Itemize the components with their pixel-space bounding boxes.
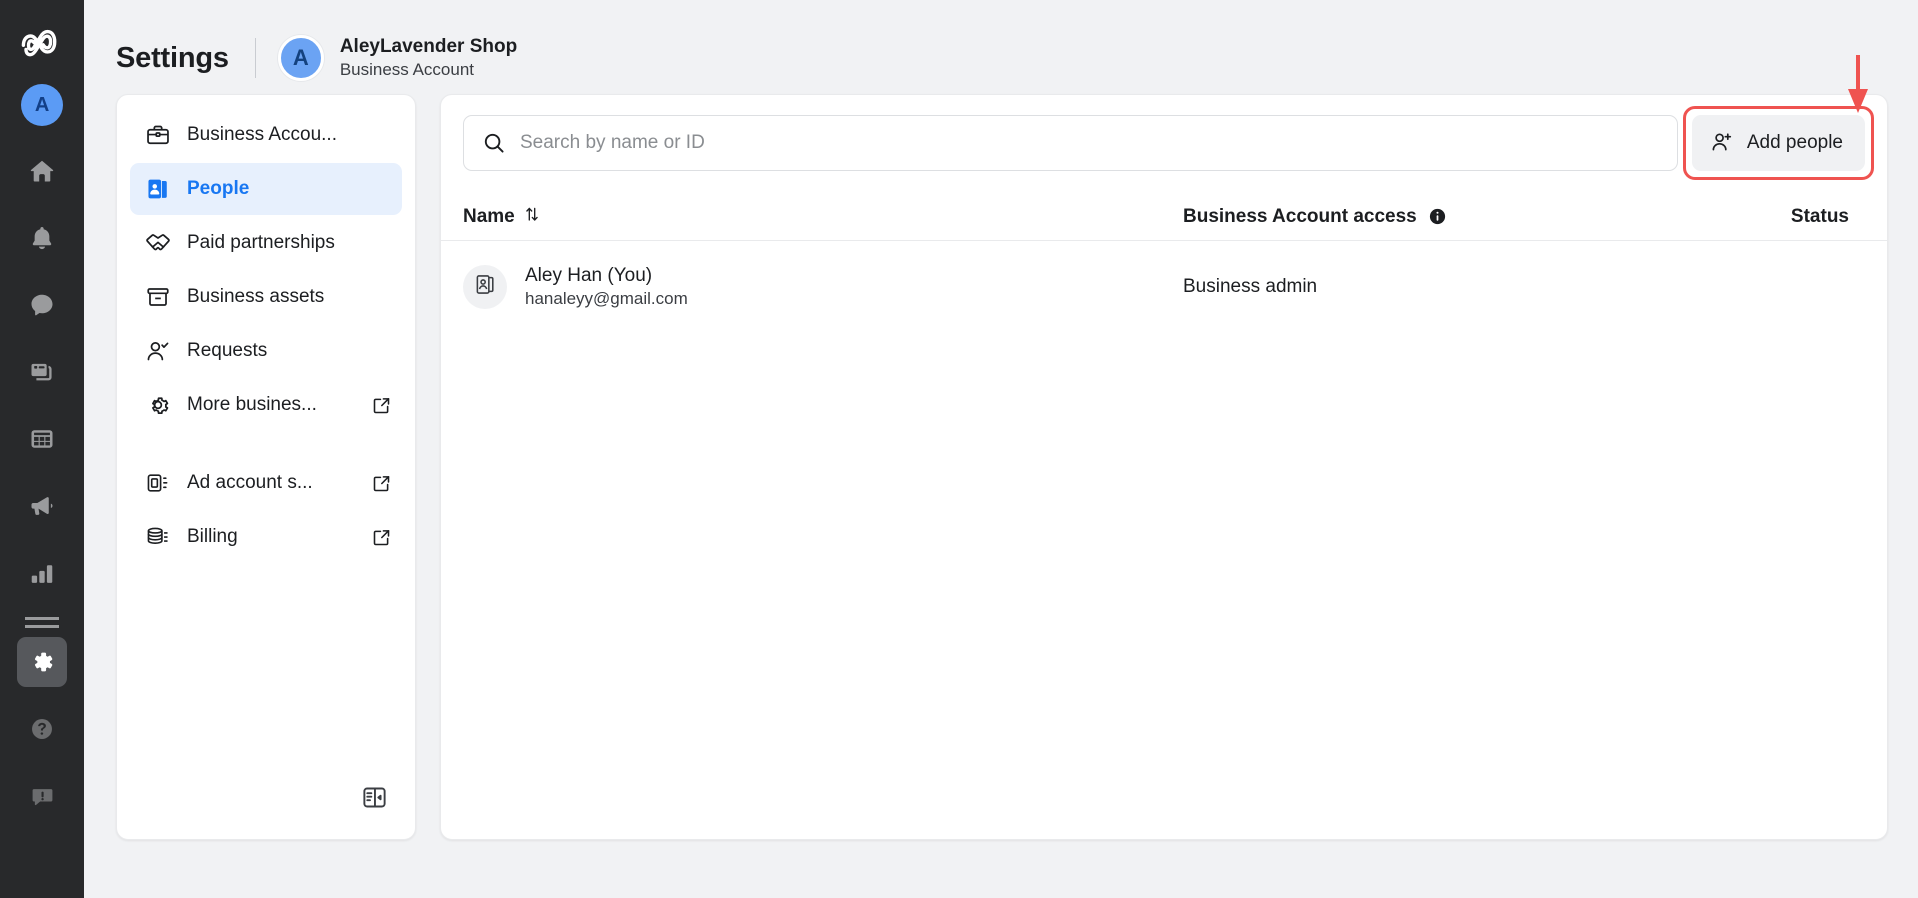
- sidebar-item-requests[interactable]: Requests: [130, 325, 402, 377]
- bar-chart-icon: [28, 559, 56, 587]
- ad-account-icon: [144, 470, 171, 497]
- external-link-icon: [370, 526, 392, 548]
- sidebar-item-ad-account-settings[interactable]: Ad account s...: [130, 457, 402, 509]
- person-plus-icon: [1710, 130, 1734, 157]
- sidebar-item-billing[interactable]: Billing: [130, 511, 402, 563]
- column-header-status: Status: [1759, 206, 1849, 228]
- account-avatar[interactable]: A: [277, 35, 324, 81]
- app-window: A Settings A AleyLavender Shop Business …: [0, 0, 1918, 898]
- grid-calendar-icon: [28, 425, 56, 453]
- external-link-icon: [370, 394, 392, 416]
- account-type: Business Account: [339, 60, 475, 80]
- gear-icon: [144, 392, 171, 419]
- external-link-icon: [370, 472, 392, 494]
- archive-box-icon: [144, 284, 171, 311]
- rail-account-avatar[interactable]: A: [21, 84, 63, 126]
- table-row[interactable]: Aley Han (You) hanaleyy@gmail.com Busine…: [441, 241, 1887, 333]
- page-title: Settings: [116, 41, 229, 74]
- search-box[interactable]: [463, 115, 1678, 171]
- column-header-status-label: Status: [1790, 205, 1849, 227]
- rail-item-planner[interactable]: [17, 414, 67, 464]
- sidebar-item-people[interactable]: People: [130, 163, 402, 215]
- rail-divider-line-2: [25, 625, 59, 628]
- main-area: Settings A AleyLavender Shop Business Ac…: [84, 0, 1918, 898]
- cell-business-account-access: Business admin: [1183, 275, 1318, 297]
- sidebar-item-label: Ad account s...: [187, 472, 313, 493]
- rail-item-ads[interactable]: [17, 481, 67, 531]
- rail-item-content[interactable]: [17, 347, 67, 397]
- table-header: Name Business Account access Status: [441, 193, 1887, 241]
- briefcase-icon: [144, 122, 171, 149]
- megaphone-icon: [28, 492, 56, 520]
- bell-icon: [28, 224, 56, 252]
- rail-divider-line-1: [25, 617, 59, 620]
- exclamation-bubble-icon: [29, 783, 56, 810]
- rail-item-help[interactable]: [17, 704, 67, 754]
- id-card-icon: [473, 272, 498, 302]
- sidebar-item-more-business-settings[interactable]: More busines...: [130, 379, 402, 431]
- question-circle-icon: [29, 716, 55, 742]
- account-name: AleyLavender Shop: [339, 35, 518, 57]
- person-email: hanaleyy@gmail.com: [525, 289, 688, 309]
- cell-name: Aley Han (You) hanaleyy@gmail.com: [463, 263, 1183, 311]
- column-header-business-account-access: Business Account access: [1183, 206, 1759, 228]
- id-badge-icon: [144, 176, 171, 203]
- sidebar-item-paid-partnerships[interactable]: Paid partnerships: [130, 217, 402, 269]
- rail-item-home[interactable]: [17, 146, 67, 196]
- search-icon: [482, 131, 506, 155]
- person-name: Aley Han (You): [525, 265, 653, 286]
- panel-collapse-icon: [361, 784, 388, 816]
- page-header: Settings A AleyLavender Shop Business Ac…: [84, 0, 1918, 94]
- add-people-wrapper: Add people: [1682, 106, 1874, 180]
- column-header-name[interactable]: Name: [463, 205, 1183, 229]
- home-icon: [28, 157, 56, 185]
- sidebar-item-business-account[interactable]: Business Accou...: [130, 109, 402, 161]
- info-circle-icon[interactable]: [1428, 207, 1447, 226]
- cards-stack-icon: [28, 358, 56, 386]
- sidebar-item-label: People: [187, 178, 250, 199]
- nav-section-gap: [130, 433, 402, 457]
- search-input[interactable]: [520, 132, 1659, 154]
- sidebar-item-label: Business assets: [187, 286, 325, 307]
- header-divider: [254, 38, 256, 78]
- rail-item-settings[interactable]: [17, 637, 67, 687]
- sidebar-item-label: Billing: [187, 526, 238, 547]
- settings-nav-panel: Business Accou... People Paid partnershi…: [116, 94, 416, 840]
- sidebar-item-label: Paid partnerships: [187, 232, 335, 253]
- rail-item-notifications[interactable]: [17, 213, 67, 263]
- people-panel: Add people Name Business Account access: [440, 94, 1888, 840]
- column-header-name-label: Name: [463, 205, 515, 227]
- chat-bubble-icon: [28, 291, 56, 319]
- sidebar-item-label: Requests: [187, 340, 268, 361]
- add-people-button[interactable]: Add people: [1691, 115, 1865, 171]
- content-row: Business Accou... People Paid partnershi…: [84, 94, 1918, 840]
- meta-infinity-logo[interactable]: [15, 16, 69, 70]
- avatar: [463, 264, 507, 309]
- global-nav-rail: A: [0, 0, 84, 898]
- person-check-icon: [144, 338, 171, 365]
- sidebar-item-business-assets[interactable]: Business assets: [130, 271, 402, 323]
- sidebar-item-label: More busines...: [187, 394, 317, 415]
- add-people-label: Add people: [1746, 132, 1843, 153]
- gear-icon: [28, 648, 56, 676]
- person-identity: Aley Han (You) hanaleyy@gmail.com: [525, 263, 688, 311]
- rail-item-feedback[interactable]: [17, 771, 67, 821]
- handshake-icon: [144, 230, 171, 257]
- panel-collapse-button[interactable]: [357, 783, 391, 817]
- column-header-access-label: Business Account access: [1183, 205, 1417, 227]
- rail-item-insights[interactable]: [17, 548, 67, 598]
- account-info: AleyLavender Shop Business Account: [340, 35, 517, 81]
- rail-item-messages[interactable]: [17, 280, 67, 330]
- sidebar-item-label: Business Accou...: [187, 124, 337, 145]
- sort-arrows-icon: [523, 205, 541, 229]
- coins-stack-icon: [144, 524, 171, 551]
- people-toolbar: Add people: [441, 95, 1887, 193]
